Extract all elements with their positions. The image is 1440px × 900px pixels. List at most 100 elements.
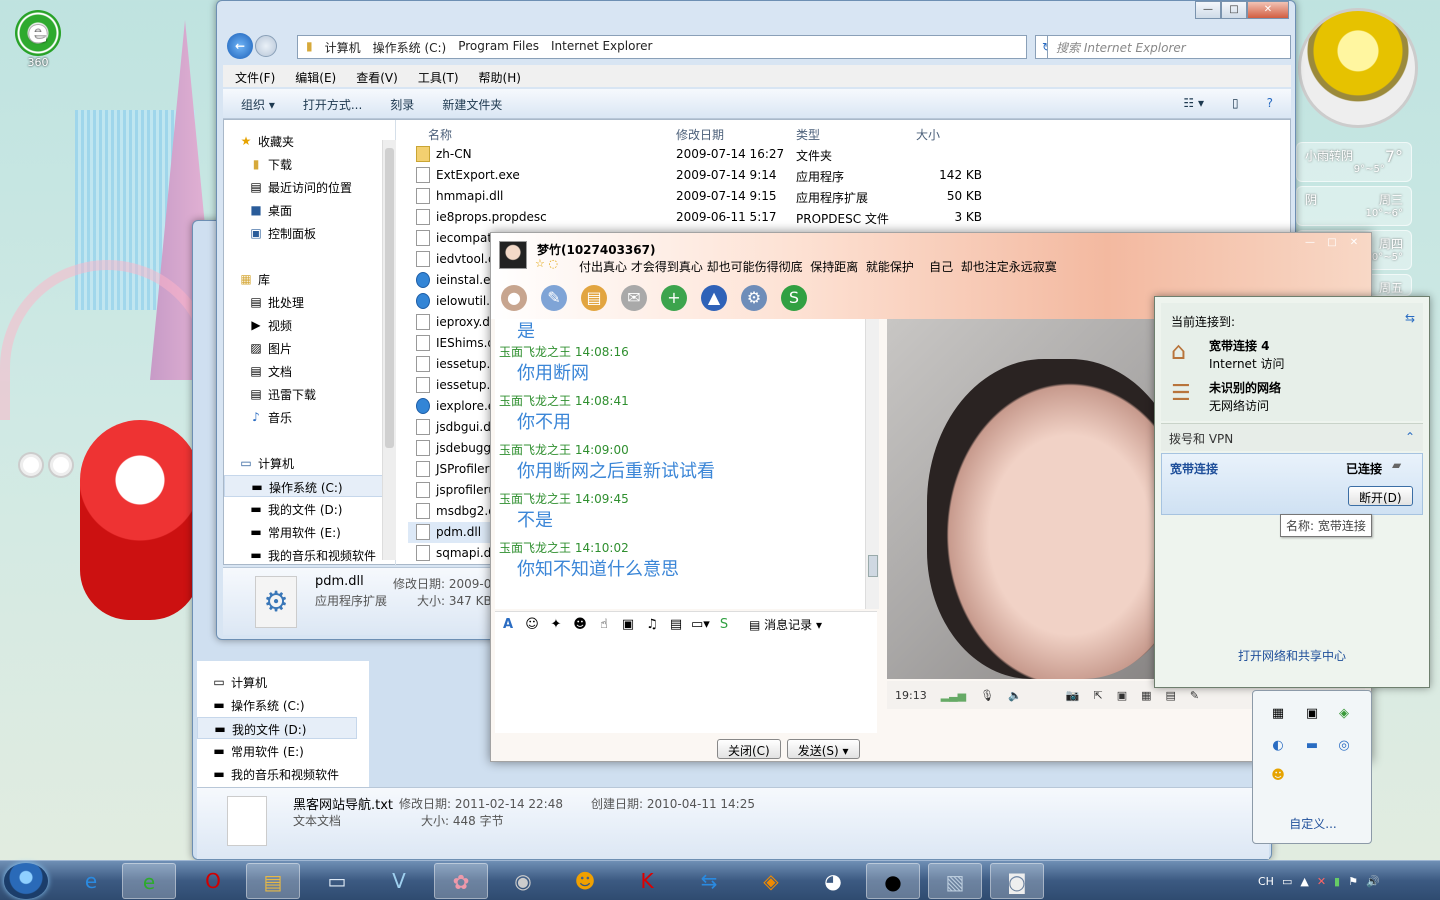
taskbar-qq-icon[interactable]: ● (866, 863, 920, 899)
tray-overflow-popup[interactable]: ▦ ▣ ◈ ◐ ▬ ◎ ☻ 自定义... (1252, 690, 1372, 844)
qq-tray-icon[interactable]: ◎ (1335, 737, 1353, 755)
start-button[interactable] (4, 863, 48, 899)
vmware-tray-icon[interactable]: ◐ (1269, 737, 1287, 755)
layout-icon[interactable]: ▦ (1141, 689, 1151, 702)
nav-item-drive-c[interactable]: ▬ 操作系统 (C:) (224, 475, 384, 497)
screenshot-icon[interactable]: ▭▾ (691, 616, 710, 634)
nav-scrollbar[interactable] (382, 140, 396, 560)
breadcrumb-computer[interactable]: 计算机 (325, 39, 361, 55)
send-button[interactable]: 发送(S) ▾ (786, 739, 860, 759)
popout-icon[interactable]: ⇱ (1093, 689, 1102, 702)
burn-button[interactable]: 刻录 (390, 96, 414, 112)
taskbar-360-browser-icon[interactable]: e (122, 863, 176, 899)
network-popup[interactable]: 当前连接到: ⇆ ⌂ 宽带连接 4 Internet 访问 ☰ 未识别的网络 无… (1154, 296, 1430, 688)
nav-item-drive-d[interactable]: ▬ 我的文件 (D:) (197, 717, 357, 739)
avatar[interactable] (499, 241, 527, 269)
nav-item-drive-e[interactable]: ▬ 常用软件 (E:) (197, 740, 357, 762)
payment-icon[interactable]: S (781, 285, 807, 311)
pet-tray-icon[interactable]: ☻ (1269, 767, 1287, 785)
mail-icon[interactable]: ✉ (621, 285, 647, 311)
close-button[interactable]: ✕ (1343, 235, 1365, 253)
close-chat-button[interactable]: 关闭(C) (717, 739, 781, 759)
table-row[interactable]: ie8props.propdesc 2009-06-11 5:17 PROPDESC… (408, 207, 1288, 228)
taskbar-ie-icon[interactable]: e (64, 863, 118, 899)
music-icon[interactable]: ♫ (643, 616, 661, 634)
video-call-icon[interactable]: ● (501, 285, 527, 311)
nav-item-videos[interactable]: ▶ 视频 (224, 314, 384, 336)
nav-item-desktop[interactable]: ■ 桌面 (224, 199, 384, 221)
dialup-connection[interactable]: 宽带连接 已连接 ▰ 断开(D) (1161, 453, 1423, 515)
microphone-icon[interactable]: 🎙 (980, 689, 994, 702)
help-icon[interactable]: ? (1267, 96, 1273, 111)
nav-item-control-panel[interactable]: ▣ 控制面板 (224, 222, 384, 244)
device-tray-icon[interactable]: ▣ (1303, 705, 1321, 723)
weather-gadget-today[interactable]: 小雨转阴 7° 9°~5° (1296, 142, 1412, 182)
nav-item-computer[interactable]: ▭ 计算机 (197, 671, 357, 693)
nav-item-drive-f[interactable]: ▬ 我的音乐和视频软件 (224, 544, 384, 566)
menu-edit[interactable]: 编辑(E) (295, 69, 336, 85)
network-tray-icon[interactable]: ▦ (1269, 705, 1287, 723)
nav-item-documents[interactable]: ▤ 文档 (224, 360, 384, 382)
app-icon[interactable]: ▲ (701, 285, 727, 311)
search-input[interactable]: 搜索 Internet Explorer (1047, 35, 1291, 59)
nav-item-downloads[interactable]: ▮ 下载 (224, 153, 384, 175)
breadcrumb-ie[interactable]: Internet Explorer (551, 39, 652, 55)
maximize-button[interactable]: □ (1321, 235, 1343, 253)
taskbar-bird-icon[interactable]: ◕ (806, 863, 860, 899)
refresh-icon[interactable]: ⇆ (1405, 311, 1415, 325)
network-error-icon[interactable]: ✕ (1317, 875, 1326, 888)
taskbar-teamviewer-icon[interactable]: ⇆ (682, 863, 736, 899)
nav-item-thunder-downloads[interactable]: ▤ 迅雷下载 (224, 383, 384, 405)
organize-button[interactable]: 组织 ▾ (241, 96, 275, 112)
new-folder-button[interactable]: 新建文件夹 (442, 96, 502, 112)
image-icon[interactable]: ▣ (619, 616, 637, 634)
nav-item-favorites[interactable]: ★ 收藏夹 (224, 130, 384, 152)
taskbar-vmware-icon[interactable]: V (372, 863, 426, 899)
menu-view[interactable]: 查看(V) (356, 69, 398, 85)
customize-link[interactable]: 自定义... (1253, 815, 1373, 832)
menu-file[interactable]: 文件(F) (235, 69, 275, 85)
breadcrumb-program-files[interactable]: Program Files (458, 39, 539, 55)
volume-icon[interactable]: 🔊 (1366, 875, 1380, 888)
preview-pane-icon[interactable]: ▯ (1232, 96, 1239, 111)
network-center-link[interactable]: 打开网络和共享中心 (1161, 647, 1423, 664)
column-size[interactable]: 大小 (916, 126, 940, 143)
forward-button[interactable] (255, 35, 277, 57)
minimize-button[interactable]: — (1195, 1, 1221, 19)
taskbar-gallery-icon[interactable]: ✿ (434, 863, 488, 899)
menu-tools[interactable]: 工具(T) (418, 69, 459, 85)
nav-item-pictures[interactable]: ▨ 图片 (224, 337, 384, 359)
create-group-icon[interactable]: + (661, 285, 687, 311)
open-with-button[interactable]: 打开方式... (303, 96, 362, 112)
nav-item-music[interactable]: ♪ 音乐 (224, 406, 384, 428)
emoji-icon[interactable]: ☺ (523, 616, 541, 634)
voice-call-icon[interactable]: ✎ (541, 285, 567, 311)
nav-item-recent[interactable]: ▤ 最近访问的位置 (224, 176, 384, 198)
taskbar-firewall-icon[interactable]: ◈ (744, 863, 798, 899)
fullscreen-icon[interactable]: ▣ (1117, 689, 1127, 702)
settings-icon[interactable]: ⚙ (741, 285, 767, 311)
shield-icon[interactable]: ◈ (1335, 705, 1353, 723)
table-row[interactable]: zh-CN 2009-07-14 16:27 文件夹 (408, 144, 1288, 165)
nav-item-drive-f[interactable]: ▬ 我的音乐和视频软件 (197, 763, 357, 785)
font-icon[interactable]: A (499, 616, 517, 634)
column-date[interactable]: 修改日期 (676, 126, 724, 143)
nav-item-drive-d[interactable]: ▬ 我的文件 (D:) (224, 498, 384, 520)
close-button[interactable]: ✕ (1247, 1, 1289, 19)
message-input[interactable] (495, 637, 877, 733)
taskbar-kaspersky-icon[interactable]: K (620, 863, 674, 899)
address-bar[interactable]: ▮ 计算机 操作系统 (C:) Program Files Internet E… (297, 35, 1027, 59)
keyboard-icon[interactable]: ▭ (1282, 875, 1292, 888)
gift-icon[interactable]: ▤ (667, 616, 685, 634)
breadcrumb-drive[interactable]: 操作系统 (C:) (373, 39, 447, 55)
history-button[interactable]: ▤ 消息记录 ▾ (749, 616, 822, 633)
display-tray-icon[interactable]: ▬ (1303, 737, 1321, 755)
chat-scrollbar[interactable] (865, 319, 879, 609)
speaker-icon[interactable]: 🔈 (1008, 689, 1022, 702)
taskbar-window-icon[interactable]: ▭ (310, 863, 364, 899)
back-button[interactable]: ← (227, 33, 253, 59)
minimize-button[interactable]: — (1299, 235, 1321, 253)
nav-item-drive-e[interactable]: ▬ 常用软件 (E:) (224, 521, 384, 543)
gesture-icon[interactable]: ☝ (595, 616, 613, 634)
taskbar-camera-icon[interactable]: ◙ (990, 863, 1044, 899)
